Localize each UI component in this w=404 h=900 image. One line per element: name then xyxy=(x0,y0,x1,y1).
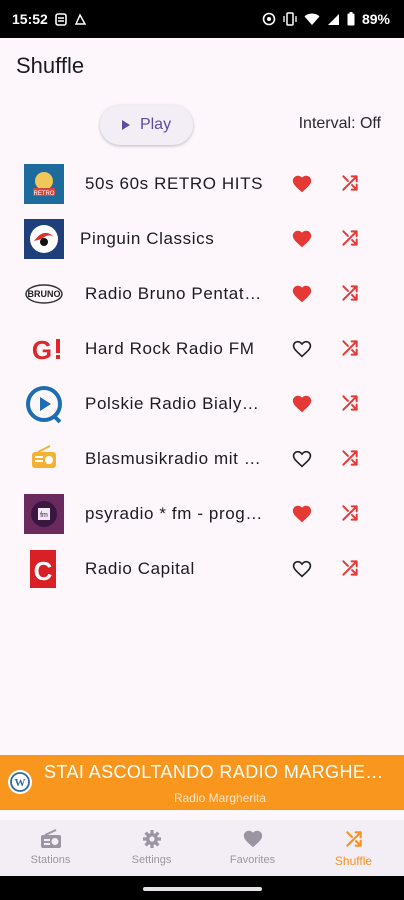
shuffle-screen: Shuffle Play Interval: Off RETRO 50s 60s… xyxy=(0,38,404,876)
station-name: Hard Rock Radio FM xyxy=(85,339,255,358)
now-playing-title: STAI ASCOLTANDO RADIO MARGHERITA xyxy=(44,762,396,782)
radio-icon-logo xyxy=(24,439,64,479)
station-row[interactable]: RETRO 50s 60s RETRO HITS xyxy=(0,156,404,211)
status-bar: 15:52 89% xyxy=(0,0,404,38)
station-row[interactable]: BRUNO Radio Bruno Pentatlon xyxy=(0,266,404,321)
status-time: 15:52 xyxy=(12,11,48,27)
heart-filled-icon[interactable] xyxy=(291,228,313,250)
radio-icon xyxy=(40,828,62,850)
nav-label: Stations xyxy=(30,854,71,866)
station-name: Blasmusikradio mit Herz xyxy=(85,449,265,468)
shuffle-icon[interactable] xyxy=(340,448,360,468)
station-name: Pinguin Classics xyxy=(80,229,215,248)
svg-text:BRUNO: BRUNO xyxy=(28,289,61,299)
home-indicator[interactable] xyxy=(143,887,262,891)
polskie-radio-logo xyxy=(24,384,64,424)
station-name: Radio Capital xyxy=(85,559,195,578)
psyradio-logo: fm xyxy=(24,494,64,534)
bottom-navigation: Stations Settings Favorites Shuffle xyxy=(0,820,404,876)
station-name: 50s 60s RETRO HITS xyxy=(85,174,264,193)
radio-bruno-logo: BRUNO xyxy=(24,274,64,314)
station-row[interactable]: Blasmusikradio mit Herz xyxy=(0,431,404,486)
gear-icon xyxy=(141,828,163,850)
shuffle-icon[interactable] xyxy=(340,173,360,193)
play-icon xyxy=(121,120,130,130)
nav-label: Shuffle xyxy=(334,854,373,868)
shuffle-icon[interactable] xyxy=(340,228,360,248)
capital-logo: C xyxy=(24,549,64,589)
heart-filled-icon[interactable] xyxy=(291,503,313,525)
app-notification-icon xyxy=(74,12,87,26)
play-button[interactable]: Play xyxy=(100,105,193,145)
station-name: Polskie Radio Bialystok xyxy=(85,394,265,413)
svg-text:RETRO: RETRO xyxy=(34,191,55,197)
g-logo: G xyxy=(24,329,64,369)
wifi-icon xyxy=(304,13,320,26)
retro-hits-logo: RETRO xyxy=(24,164,64,204)
station-row[interactable]: C Radio Capital xyxy=(0,541,404,596)
battery-icon xyxy=(347,12,355,26)
svg-text:fm: fm xyxy=(40,512,48,519)
sync-icon xyxy=(262,12,276,26)
station-row[interactable]: Polskie Radio Bialystok xyxy=(0,376,404,431)
heart-outline-icon[interactable] xyxy=(291,558,313,580)
now-playing-bar[interactable]: W STAI ASCOLTANDO RADIO MARGHERITA Radio… xyxy=(0,755,404,810)
nav-label: Favorites xyxy=(229,854,276,866)
svg-text:G: G xyxy=(32,335,52,365)
nav-item-stations[interactable]: Stations xyxy=(0,820,101,876)
shuffle-icon[interactable] xyxy=(340,503,360,523)
svg-text:W: W xyxy=(15,777,26,789)
nav-item-settings[interactable]: Settings xyxy=(101,820,202,876)
shuffle-icon[interactable] xyxy=(340,283,360,303)
svg-text:C: C xyxy=(34,556,53,586)
gesture-bar xyxy=(0,876,404,900)
now-playing-station: Radio Margherita xyxy=(173,791,267,805)
heart-filled-icon[interactable] xyxy=(291,283,313,305)
battery-percent: 89% xyxy=(361,11,390,27)
shuffle-icon[interactable] xyxy=(340,338,360,358)
heart-filled-icon[interactable] xyxy=(291,173,313,195)
shuffle-icon[interactable] xyxy=(340,393,360,413)
station-name: psyradio * fm - progressive xyxy=(85,504,265,523)
heart-icon xyxy=(242,828,264,850)
shuffle-icon[interactable] xyxy=(340,558,360,578)
nav-label: Settings xyxy=(131,854,172,866)
play-button-label: Play xyxy=(139,116,172,133)
station-row[interactable]: Pinguin Classics xyxy=(0,211,404,266)
vibrate-icon xyxy=(283,12,297,26)
station-row[interactable]: fm psyradio * fm - progressive xyxy=(0,486,404,541)
station-name: Radio Bruno Pentatlon xyxy=(85,284,265,303)
nav-item-favorites[interactable]: Favorites xyxy=(202,820,303,876)
interval-toggle[interactable]: Interval: Off xyxy=(299,115,381,133)
station-list: RETRO 50s 60s RETRO HITS Pinguin Classic… xyxy=(0,156,404,596)
nav-item-shuffle[interactable]: Shuffle xyxy=(303,820,404,876)
heart-outline-icon[interactable] xyxy=(291,448,313,470)
shuffle-icon xyxy=(343,828,365,850)
heart-outline-icon[interactable] xyxy=(291,338,313,360)
pinguin-logo xyxy=(24,219,64,259)
page-title: Shuffle xyxy=(16,53,85,78)
heart-filled-icon[interactable] xyxy=(291,393,313,415)
station-row[interactable]: G Hard Rock Radio FM xyxy=(0,321,404,376)
signal-icon xyxy=(327,13,340,26)
notification-icon xyxy=(55,12,67,26)
